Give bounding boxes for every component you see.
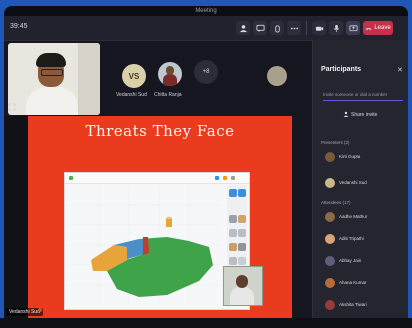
shape-icon[interactable] bbox=[238, 215, 246, 223]
avatar-chitta[interactable] bbox=[158, 62, 182, 86]
app-toolbar-icon bbox=[215, 176, 219, 180]
leave-label: Leave bbox=[374, 25, 391, 31]
meeting-timer: 39:45 bbox=[10, 23, 28, 30]
attendees-section-label[interactable]: Attendees (17) bbox=[321, 200, 351, 205]
participant-name: Aditi Tripathi bbox=[339, 236, 364, 241]
shared-screen: Threats They Face bbox=[28, 116, 292, 320]
presenters-section-label[interactable]: Presenters (2) bbox=[321, 140, 350, 145]
app-toolbar bbox=[65, 173, 249, 184]
shape-icon[interactable] bbox=[238, 189, 246, 197]
participant-avatar bbox=[325, 256, 335, 266]
participant-row[interactable]: Akshita Tiwari bbox=[325, 300, 408, 312]
hand-icon bbox=[274, 24, 280, 33]
participant-name: Abhay Jain bbox=[339, 258, 362, 263]
mic-muted-icon bbox=[38, 308, 42, 312]
participant-name: Aadhe Mathur bbox=[339, 214, 368, 219]
people-icon bbox=[239, 24, 247, 32]
app-toolbar-icon bbox=[231, 176, 235, 180]
3d-model-map bbox=[69, 185, 219, 305]
participant-name: Kirti Gupta bbox=[339, 154, 361, 159]
participant-row[interactable]: Vedanshi Sud bbox=[325, 178, 408, 190]
shape-icon[interactable] bbox=[238, 229, 246, 237]
meeting-window: Meeting 39:45 Leave VS Vedanshi Sud Chit… bbox=[4, 6, 408, 324]
person-hair bbox=[36, 53, 66, 67]
shape-icon[interactable] bbox=[229, 257, 237, 265]
app-logo-icon bbox=[69, 176, 73, 180]
shape-icon[interactable] bbox=[229, 215, 237, 223]
window-title: Meeting bbox=[4, 6, 408, 16]
participants-panel: Participants ✕ Invite someone or dial a … bbox=[312, 40, 408, 324]
participants-button[interactable] bbox=[236, 21, 250, 35]
chat-icon bbox=[255, 24, 265, 32]
close-icon[interactable]: ✕ bbox=[397, 66, 403, 74]
participant-row[interactable]: Ahana Kumar bbox=[325, 278, 408, 290]
participant-row[interactable]: Kirti Gupta bbox=[325, 152, 408, 164]
participant-row[interactable]: Aadhe Mathur bbox=[325, 212, 408, 224]
expand-icon[interactable] bbox=[8, 103, 16, 111]
toolbar-buttons: Leave bbox=[236, 21, 393, 35]
more-count: +8 bbox=[202, 69, 210, 75]
share-screen-button[interactable] bbox=[346, 21, 360, 35]
microphone-icon bbox=[333, 24, 339, 32]
camera-button[interactable] bbox=[312, 21, 326, 35]
shape-icon[interactable] bbox=[229, 229, 237, 237]
panel-title: Participants bbox=[321, 66, 362, 73]
more-participants-chip[interactable]: +8 bbox=[194, 60, 218, 84]
phone-hangup-icon bbox=[366, 27, 372, 30]
camera-person-face bbox=[236, 275, 248, 288]
participant-avatar bbox=[325, 300, 335, 310]
participant-row[interactable]: Abhay Jain bbox=[325, 256, 408, 268]
mic-button[interactable] bbox=[329, 21, 343, 35]
participant-name: Akshita Tiwari bbox=[339, 302, 367, 307]
participant-avatar bbox=[325, 234, 335, 244]
avatar-name-label: Vedanshi Sud bbox=[116, 92, 147, 98]
participant-avatar bbox=[325, 212, 335, 222]
chat-button[interactable] bbox=[253, 21, 267, 35]
participant-name: Ahana Kumar bbox=[339, 280, 367, 285]
participant-row[interactable]: Aditi Tripathi bbox=[325, 234, 408, 246]
presenter-camera-inset bbox=[223, 266, 263, 306]
shape-icon[interactable] bbox=[229, 243, 237, 251]
camera-person-body bbox=[230, 287, 254, 305]
avatar-initials: VS bbox=[128, 71, 140, 81]
background-wall bbox=[78, 43, 100, 115]
shape-icon[interactable] bbox=[238, 243, 246, 251]
shape-icon[interactable] bbox=[238, 257, 246, 265]
avatar-participant[interactable] bbox=[267, 66, 287, 86]
participant-avatar bbox=[325, 178, 335, 188]
participant-avatar bbox=[325, 152, 335, 162]
participant-name: Vedanshi Sud bbox=[339, 180, 367, 185]
participant-avatar bbox=[325, 278, 335, 288]
avatar-vedanshi[interactable]: VS bbox=[122, 64, 146, 88]
video-tile-self[interactable] bbox=[8, 43, 100, 115]
share-invite-button[interactable]: Share invite bbox=[351, 112, 377, 118]
share-border bbox=[4, 116, 28, 320]
invite-search-input[interactable]: Invite someone or dial a number bbox=[323, 90, 403, 101]
photo-name-label: Chitta Ranja bbox=[154, 92, 182, 98]
glasses bbox=[41, 69, 63, 76]
photo-face bbox=[166, 66, 174, 75]
person-body bbox=[26, 87, 78, 115]
meeting-toolbar: 39:45 Leave bbox=[4, 16, 408, 41]
shape-icon[interactable] bbox=[229, 189, 237, 197]
share-invite-icon bbox=[343, 111, 349, 117]
taskbar bbox=[0, 318, 412, 328]
leave-button[interactable]: Leave bbox=[363, 21, 393, 35]
photo-body bbox=[163, 74, 177, 86]
share-screen-icon bbox=[348, 24, 358, 31]
more-icon bbox=[290, 27, 298, 29]
app-toolbar-icon bbox=[223, 176, 227, 180]
slide-title: Threats They Face bbox=[85, 122, 235, 140]
more-actions-button[interactable] bbox=[287, 21, 301, 35]
camera-icon bbox=[315, 26, 323, 31]
toolbar-divider bbox=[306, 21, 307, 35]
raise-hand-button[interactable] bbox=[270, 21, 284, 35]
